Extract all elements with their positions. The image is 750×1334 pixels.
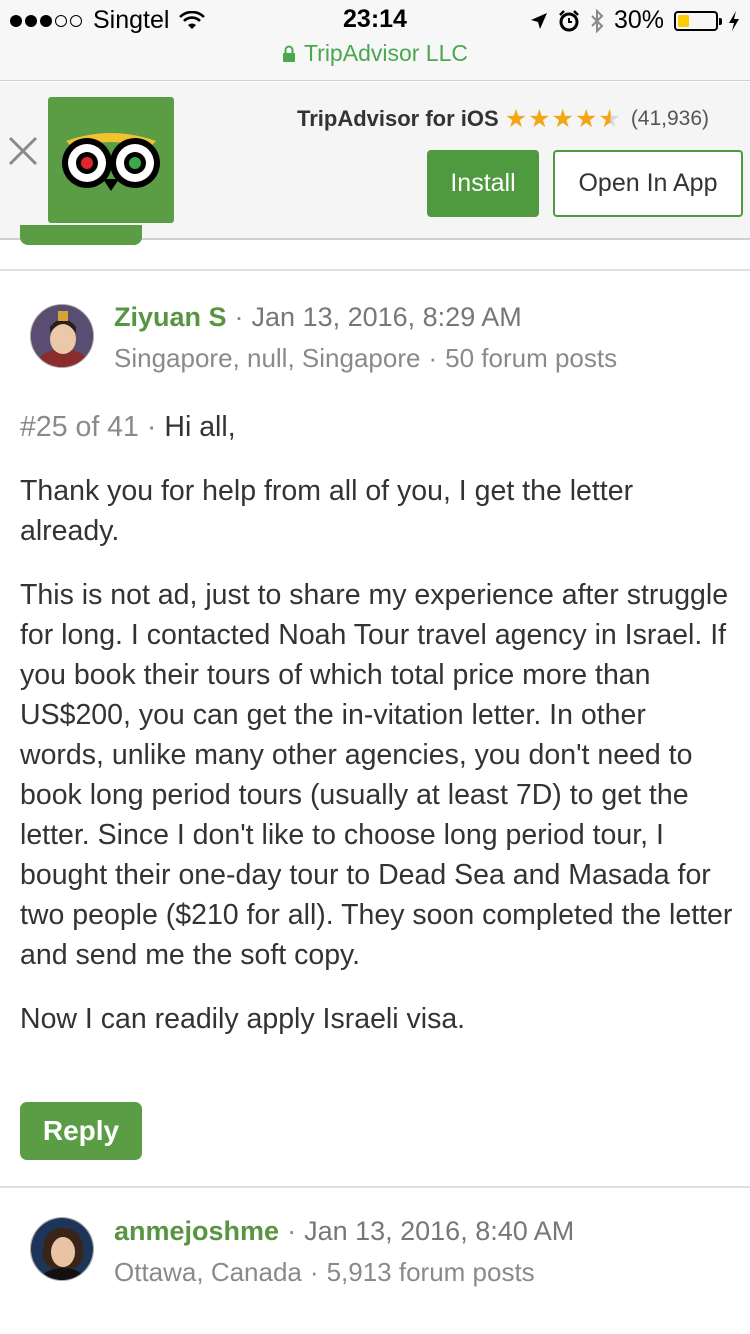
post-header: anmejoshme · Jan 13, 2016, 8:40 AM bbox=[114, 1216, 575, 1246]
app-name-row: TripAdvisor for iOS ★ ★ ★ ★ ★ (41,936) bbox=[297, 106, 709, 132]
star-icon: ★ bbox=[574, 104, 598, 133]
user-location: Ottawa, Canada bbox=[114, 1257, 302, 1287]
username-link[interactable]: Ziyuan S bbox=[114, 302, 227, 332]
post-header: Ziyuan S · Jan 13, 2016, 8:29 AM bbox=[114, 302, 522, 332]
lock-icon bbox=[282, 45, 295, 62]
battery-percent: 30% bbox=[613, 6, 664, 34]
user-avatar-icon bbox=[31, 305, 93, 367]
post-paragraph: Now I can readily apply Israeli visa. bbox=[20, 1003, 466, 1035]
app-name: TripAdvisor for iOS bbox=[297, 106, 499, 131]
url-text: TripAdvisor LLC bbox=[303, 40, 469, 66]
post-number: #25 of 41 bbox=[20, 411, 139, 443]
rating-count: (41,936) bbox=[630, 107, 710, 130]
post-divider bbox=[0, 1186, 750, 1188]
battery-icon bbox=[674, 10, 722, 31]
user-location: Singapore, null, Singapore bbox=[114, 343, 421, 373]
post-first-line: Hi all, bbox=[164, 411, 236, 443]
half-star-icon: ★ bbox=[598, 104, 621, 133]
reply-button[interactable]: Reply bbox=[20, 1102, 142, 1160]
post-body: #25 of 41 · Hi all, Thank you for help fro… bbox=[20, 407, 735, 1063]
post-date: Jan 13, 2016, 8:40 AM bbox=[304, 1216, 575, 1246]
star-icon: ★ bbox=[551, 104, 574, 133]
charging-icon bbox=[729, 10, 739, 31]
avatar[interactable] bbox=[30, 304, 94, 368]
post-divider bbox=[0, 269, 750, 271]
user-meta: Ottawa, Canada · 5,913 forum posts bbox=[114, 1257, 535, 1287]
user-avatar-icon bbox=[31, 1218, 93, 1280]
owl-logo-icon bbox=[62, 133, 160, 191]
install-button[interactable]: Install bbox=[427, 150, 539, 217]
forum-post-count[interactable]: 50 forum posts bbox=[445, 343, 617, 373]
app-install-banner: TripAdvisor for iOS ★ ★ ★ ★ ★ (41,936) I… bbox=[0, 82, 750, 240]
location-arrow-icon bbox=[530, 12, 547, 29]
url-bar[interactable]: TripAdvisor LLC bbox=[0, 40, 750, 67]
star-icon: ★ bbox=[528, 104, 551, 133]
star-icon: ★ bbox=[504, 104, 528, 133]
previous-reply-button[interactable] bbox=[20, 225, 142, 245]
close-icon[interactable] bbox=[6, 134, 40, 168]
post-paragraph: This is not ad, just to share my experie… bbox=[20, 579, 733, 971]
bluetooth-icon bbox=[591, 8, 604, 33]
open-in-app-button[interactable]: Open In App bbox=[553, 150, 743, 217]
username-link[interactable]: anmejoshme bbox=[114, 1216, 279, 1246]
tripadvisor-app-icon bbox=[48, 97, 174, 223]
avatar[interactable] bbox=[30, 1217, 94, 1281]
user-meta: Singapore, null, Singapore · 50 forum post… bbox=[114, 343, 618, 373]
status-right: 30% bbox=[530, 6, 740, 35]
rating-stars: ★ ★ ★ ★ ★ bbox=[504, 104, 621, 133]
post-paragraph: Thank you for help from all of you, I ge… bbox=[20, 475, 634, 547]
alarm-icon bbox=[559, 9, 579, 31]
post-date: Jan 13, 2016, 8:29 AM bbox=[251, 302, 522, 332]
forum-post-count[interactable]: 5,913 forum posts bbox=[327, 1257, 535, 1287]
status-bar: Singtel 23:14 30% TripAdvisor LLC bbox=[0, 0, 750, 81]
